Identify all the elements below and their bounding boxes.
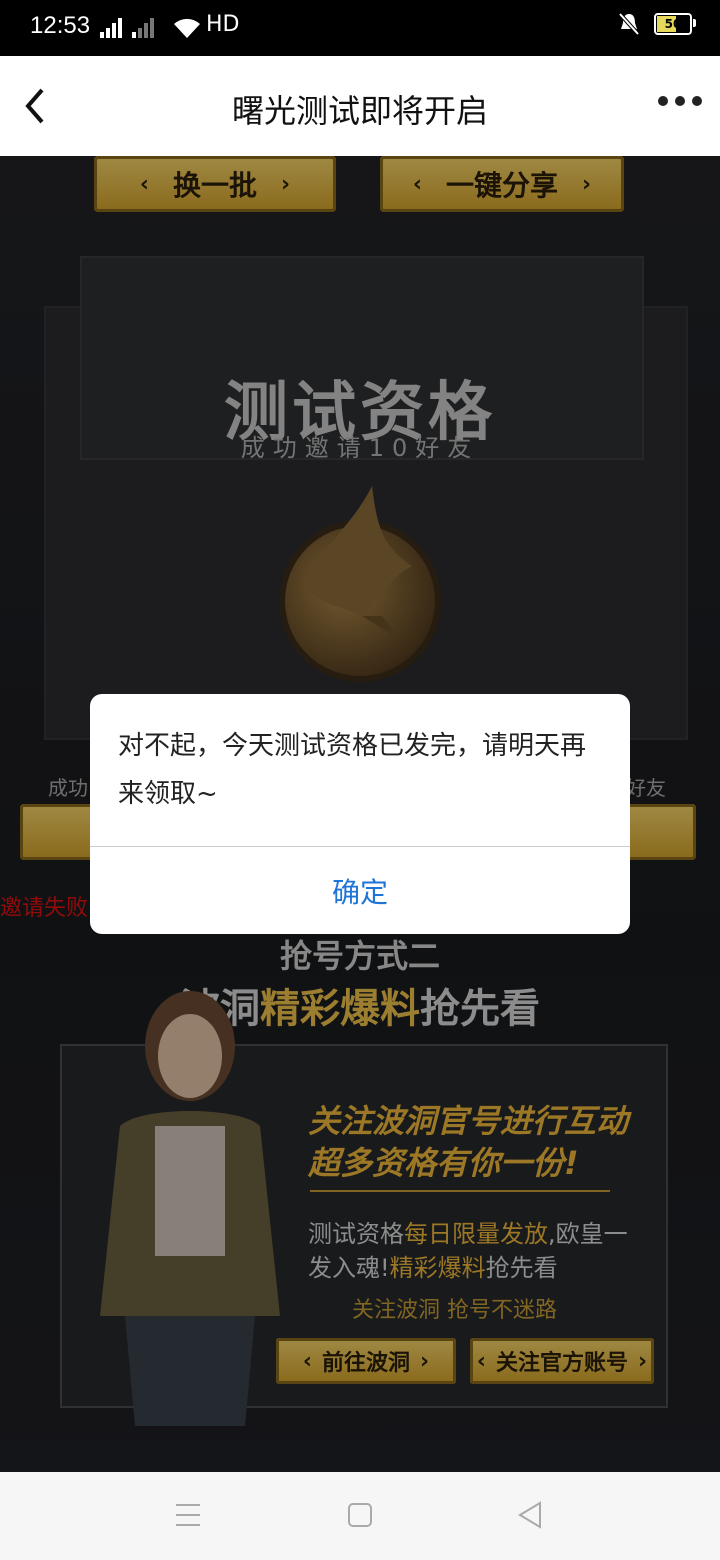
nav-bar: 曙光测试即将开启 [0, 56, 720, 156]
clock: 12:53 [30, 12, 91, 39]
dialog-message: 对不起，今天测试资格已发完，请明天再来领取~ [118, 731, 587, 809]
signal-icons [100, 16, 154, 38]
mute-icon [618, 12, 640, 36]
menu-icon[interactable] [174, 1500, 202, 1530]
battery-level: 50 [664, 17, 682, 31]
network-label: HD [206, 12, 240, 37]
more-menu-icon[interactable] [658, 96, 702, 106]
system-nav-bar [0, 1472, 720, 1560]
home-icon[interactable] [347, 1500, 373, 1530]
wifi-icon [174, 18, 200, 38]
back-nav-icon[interactable] [516, 1500, 544, 1530]
dialog-ok-button[interactable]: 确定 [90, 847, 630, 934]
signal-icon-2 [132, 16, 154, 38]
status-bar: 12:53 HD 50 [0, 0, 720, 56]
signal-icon [100, 16, 122, 38]
page-title: 曙光测试即将开启 [231, 92, 488, 130]
battery-icon: 50 [654, 13, 696, 35]
alert-dialog: 对不起，今天测试资格已发完，请明天再来领取~ 确定 [90, 694, 630, 934]
